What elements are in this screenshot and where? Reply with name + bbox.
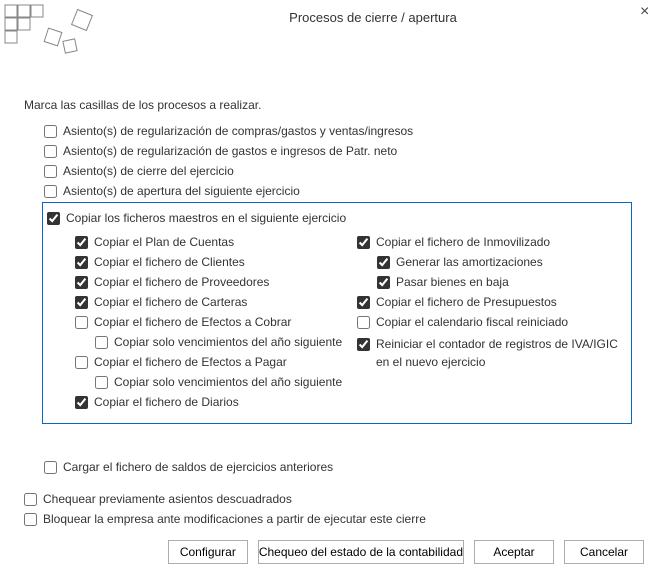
- label-carteras: Copiar el fichero de Carteras: [94, 293, 247, 311]
- checkbox-carteras[interactable]: [75, 296, 88, 309]
- checkbox-calfisc[interactable]: [357, 316, 370, 329]
- window-decoration-icon: [4, 4, 94, 58]
- button-bar: Configurar Chequeo del estado de la cont…: [168, 540, 644, 564]
- label-copy-master: Copiar los ficheros maestros en el sigui…: [66, 209, 346, 227]
- check-venc1[interactable]: Copiar solo vencimientos del año siguien…: [95, 333, 357, 351]
- label-calfisc: Copiar el calendario fiscal reiniciado: [376, 313, 568, 331]
- instruction-text: Marca las casillas de los procesos a rea…: [24, 98, 636, 112]
- label-reg-compras: Asiento(s) de regularización de compras/…: [63, 122, 413, 140]
- label-venc2: Copiar solo vencimientos del año siguien…: [114, 373, 342, 391]
- configure-button[interactable]: Configurar: [168, 540, 248, 564]
- check-baja[interactable]: Pasar bienes en baja: [377, 273, 623, 291]
- checkbox-provee[interactable]: [75, 276, 88, 289]
- checkbox-venc1[interactable]: [95, 336, 108, 349]
- check-reg-compras[interactable]: Asiento(s) de regularización de compras/…: [44, 122, 636, 140]
- checkbox-bloqueo[interactable]: [24, 513, 37, 526]
- label-presu: Copiar el fichero de Presupuestos: [376, 293, 557, 311]
- label-saldos: Cargar el fichero de saldos de ejercicio…: [63, 458, 333, 476]
- checkbox-amort[interactable]: [377, 256, 390, 269]
- label-diarios: Copiar el fichero de Diarios: [94, 393, 239, 411]
- label-chequeo: Chequear previamente asientos descuadrad…: [43, 490, 292, 508]
- check-provee[interactable]: Copiar el fichero de Proveedores: [75, 273, 357, 291]
- dialog-content: Marca las casillas de los procesos a rea…: [0, 58, 660, 528]
- check-amort[interactable]: Generar las amortizaciones: [377, 253, 623, 271]
- copy-master-group: Copiar los ficheros maestros en el sigui…: [42, 202, 632, 424]
- label-amort: Generar las amortizaciones: [396, 253, 543, 271]
- check-ivaigic[interactable]: Reiniciar el contador de registros de IV…: [357, 335, 623, 371]
- checkbox-inmov[interactable]: [357, 236, 370, 249]
- checkbox-chequeo[interactable]: [24, 493, 37, 506]
- cancel-button[interactable]: Cancelar: [564, 540, 644, 564]
- label-apertura: Asiento(s) de apertura del siguiente eje…: [63, 182, 300, 200]
- title-bar: Procesos de cierre / apertura ×: [0, 0, 660, 58]
- check-chequeo[interactable]: Chequear previamente asientos descuadrad…: [24, 490, 636, 508]
- label-cierre: Asiento(s) de cierre del ejercicio: [63, 162, 234, 180]
- check-diarios[interactable]: Copiar el fichero de Diarios: [75, 393, 357, 411]
- copy-master-right-col: Copiar el fichero de Inmovilizado Genera…: [357, 231, 623, 413]
- label-ef-cobrar: Copiar el fichero de Efectos a Cobrar: [94, 313, 291, 331]
- label-inmov: Copiar el fichero de Inmovilizado: [376, 233, 550, 251]
- label-reg-patr: Asiento(s) de regularización de gastos e…: [63, 142, 397, 160]
- check-apertura[interactable]: Asiento(s) de apertura del siguiente eje…: [44, 182, 636, 200]
- checkbox-reg-patr[interactable]: [44, 145, 57, 158]
- label-ivaigic: Reiniciar el contador de registros de IV…: [376, 335, 623, 371]
- check-clientes[interactable]: Copiar el fichero de Clientes: [75, 253, 357, 271]
- checkbox-reg-compras[interactable]: [44, 125, 57, 138]
- checkbox-clientes[interactable]: [75, 256, 88, 269]
- checkbox-ef-cobrar[interactable]: [75, 316, 88, 329]
- check-plan[interactable]: Copiar el Plan de Cuentas: [75, 233, 357, 251]
- label-provee: Copiar el fichero de Proveedores: [94, 273, 269, 291]
- check-state-button[interactable]: Chequeo del estado de la contabilidad: [258, 540, 464, 564]
- close-icon[interactable]: ×: [634, 2, 654, 22]
- checkbox-plan[interactable]: [75, 236, 88, 249]
- window-title: Procesos de cierre / apertura: [94, 4, 652, 25]
- checkbox-ivaigic[interactable]: [357, 338, 370, 351]
- label-baja: Pasar bienes en baja: [396, 273, 509, 291]
- label-clientes: Copiar el fichero de Clientes: [94, 253, 245, 271]
- checkbox-cierre[interactable]: [44, 165, 57, 178]
- check-cierre[interactable]: Asiento(s) de cierre del ejercicio: [44, 162, 636, 180]
- check-saldos[interactable]: Cargar el fichero de saldos de ejercicio…: [44, 458, 636, 476]
- check-bloqueo[interactable]: Bloquear la empresa ante modificaciones …: [24, 510, 636, 528]
- checkbox-diarios[interactable]: [75, 396, 88, 409]
- check-ef-pagar[interactable]: Copiar el fichero de Efectos a Pagar: [75, 353, 357, 371]
- check-copy-master[interactable]: Copiar los ficheros maestros en el sigui…: [47, 209, 623, 227]
- label-plan: Copiar el Plan de Cuentas: [94, 233, 234, 251]
- checkbox-ef-pagar[interactable]: [75, 356, 88, 369]
- check-ef-cobrar[interactable]: Copiar el fichero de Efectos a Cobrar: [75, 313, 357, 331]
- checkbox-copy-master[interactable]: [47, 212, 60, 225]
- check-inmov[interactable]: Copiar el fichero de Inmovilizado: [357, 233, 623, 251]
- check-calfisc[interactable]: Copiar el calendario fiscal reiniciado: [357, 313, 623, 331]
- checkbox-presu[interactable]: [357, 296, 370, 309]
- copy-master-left-col: Copiar el Plan de Cuentas Copiar el fich…: [47, 231, 357, 413]
- checkbox-apertura[interactable]: [44, 185, 57, 198]
- label-bloqueo: Bloquear la empresa ante modificaciones …: [43, 510, 426, 528]
- check-carteras[interactable]: Copiar el fichero de Carteras: [75, 293, 357, 311]
- checkbox-venc2[interactable]: [95, 376, 108, 389]
- check-presu[interactable]: Copiar el fichero de Presupuestos: [357, 293, 623, 311]
- checkbox-baja[interactable]: [377, 276, 390, 289]
- accept-button[interactable]: Aceptar: [474, 540, 554, 564]
- label-ef-pagar: Copiar el fichero de Efectos a Pagar: [94, 353, 287, 371]
- check-reg-patr[interactable]: Asiento(s) de regularización de gastos e…: [44, 142, 636, 160]
- checkbox-saldos[interactable]: [44, 461, 57, 474]
- label-venc1: Copiar solo vencimientos del año siguien…: [114, 333, 342, 351]
- check-venc2[interactable]: Copiar solo vencimientos del año siguien…: [95, 373, 357, 391]
